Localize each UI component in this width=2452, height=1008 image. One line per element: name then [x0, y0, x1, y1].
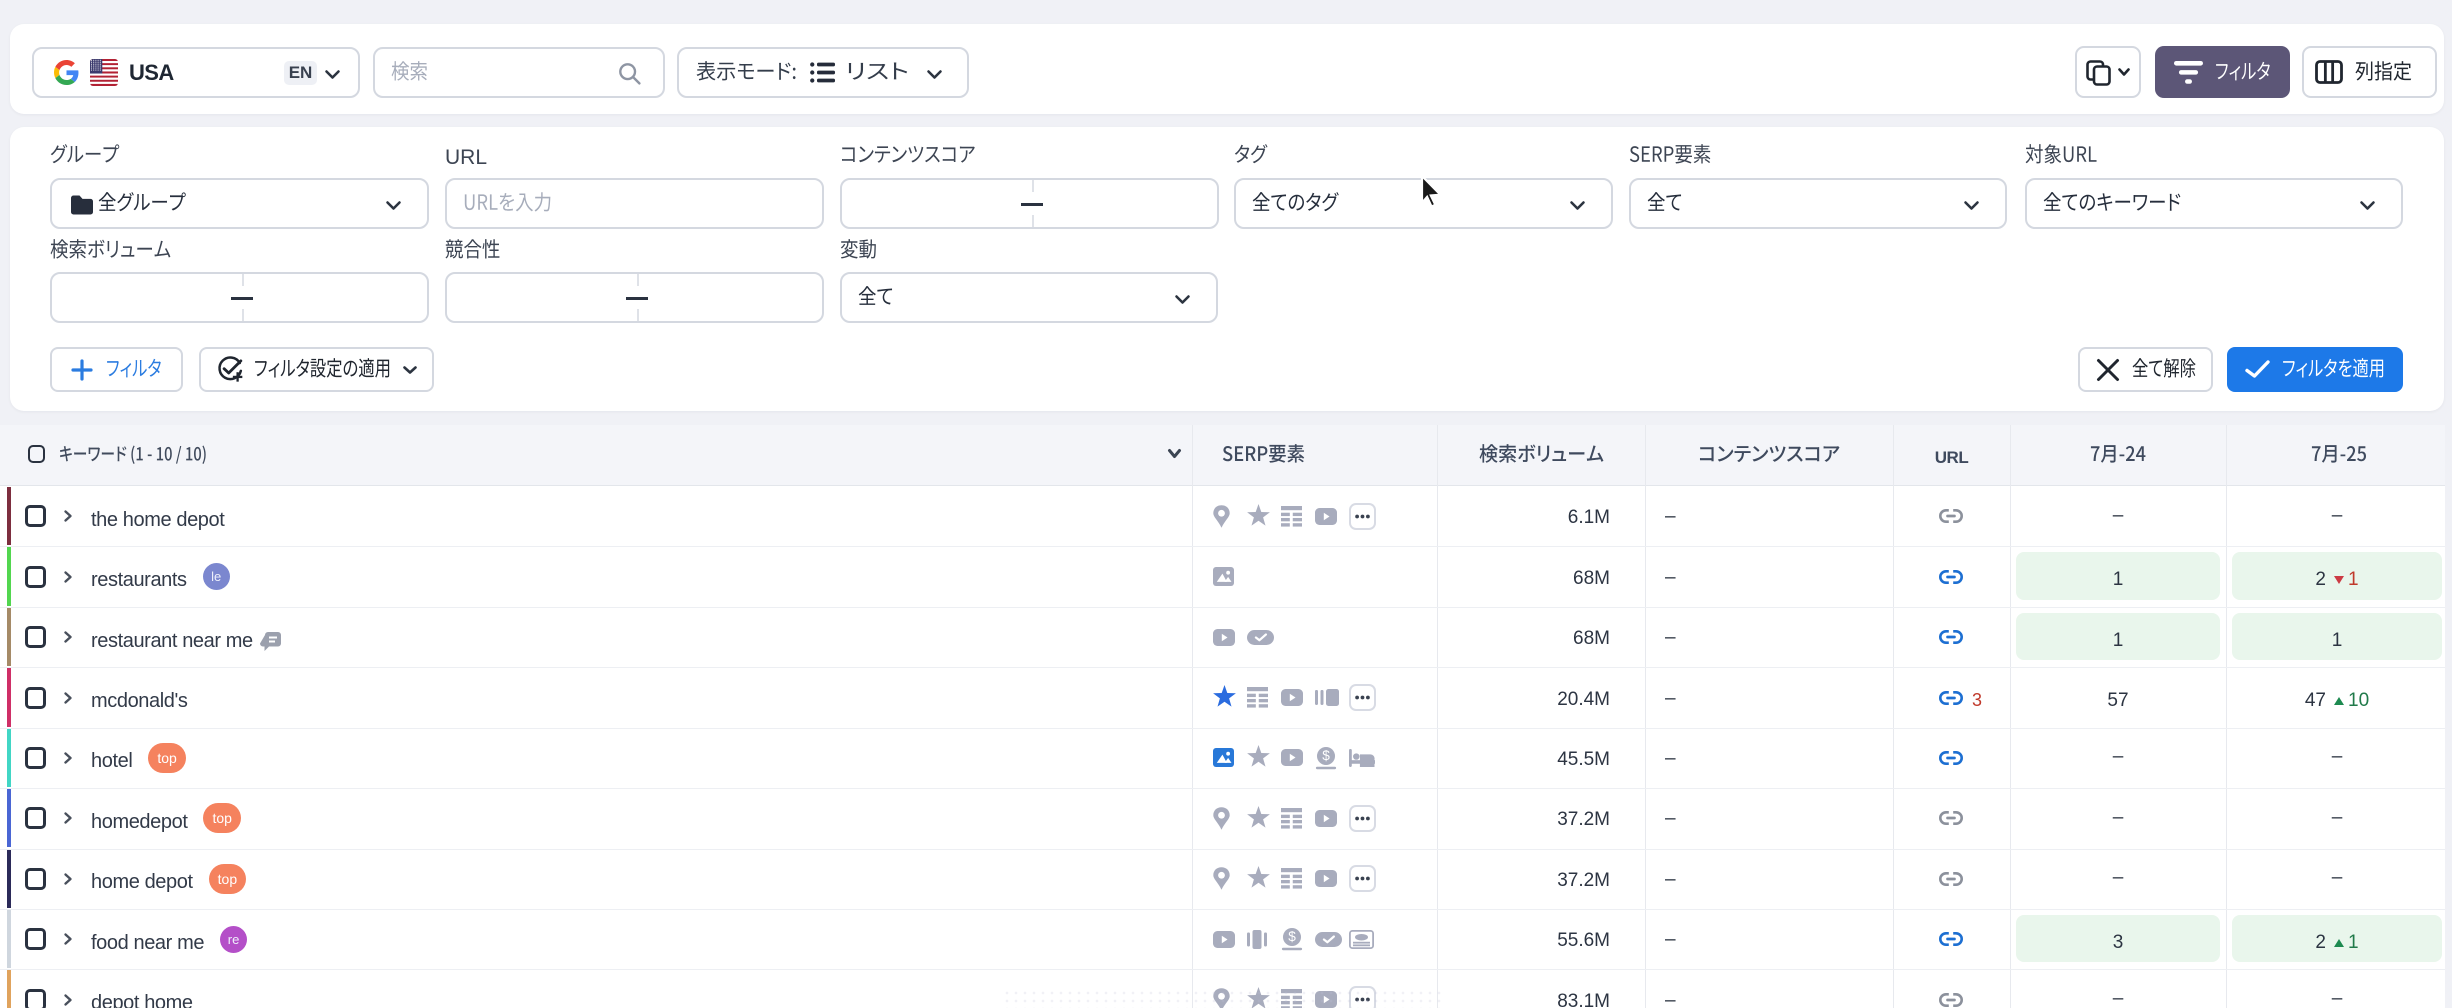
svg-text:$: $ — [1322, 748, 1330, 763]
svg-text:$: $ — [1288, 929, 1296, 944]
